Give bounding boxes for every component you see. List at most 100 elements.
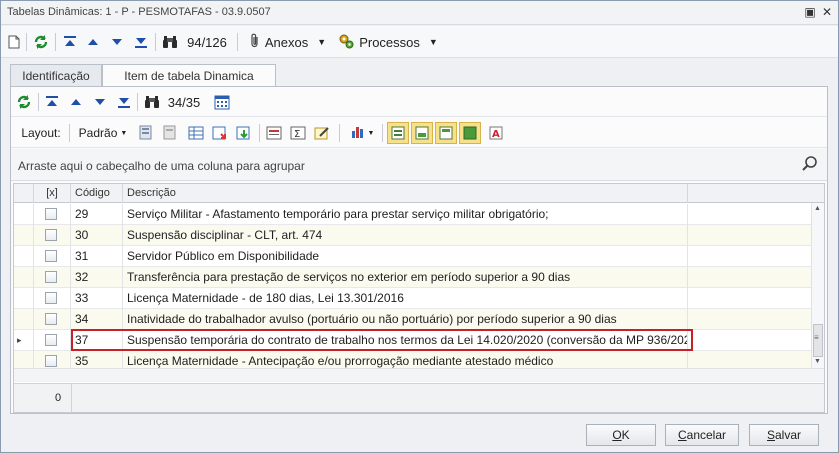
vertical-scrollbar[interactable]: ▲ ≡ ▼	[811, 203, 824, 368]
next-record-icon[interactable]	[90, 91, 110, 113]
view-style-1-icon[interactable]	[387, 122, 409, 144]
codigo-cell[interactable]: 31	[71, 246, 123, 267]
chevron-down-icon: ▼	[428, 37, 438, 47]
edit-grid-icon[interactable]	[311, 122, 333, 144]
view-style-2-icon[interactable]	[411, 122, 433, 144]
calendar-icon[interactable]	[212, 91, 232, 113]
table-row[interactable]: 29 Serviço Militar - Afastamento temporár…	[14, 204, 811, 225]
select-cell	[34, 330, 71, 351]
separator	[26, 33, 27, 51]
main-toolbar: 94/126 Anexos ▼ Processos ▼	[1, 26, 838, 58]
codigo-cell[interactable]: 33	[71, 288, 123, 309]
separator	[69, 124, 70, 142]
scroll-down-icon[interactable]: ▼	[814, 358, 821, 365]
column-header-descricao[interactable]: Descrição	[123, 184, 688, 203]
view-style-3-icon[interactable]	[435, 122, 457, 144]
close-icon[interactable]: ✕	[819, 4, 835, 20]
codigo-cell[interactable]: 29	[71, 204, 123, 225]
separator	[382, 124, 383, 142]
import-icon[interactable]	[233, 122, 255, 144]
padrao-dropdown[interactable]: Padrão ▼	[75, 122, 131, 144]
row-checkbox[interactable]	[45, 229, 57, 241]
sum-icon[interactable]: Σ	[287, 122, 309, 144]
last-record-icon[interactable]	[114, 91, 134, 113]
row-checkbox[interactable]	[45, 334, 57, 346]
select-cell	[34, 204, 71, 225]
grid-columns-icon[interactable]	[185, 122, 207, 144]
footer-count: 0	[55, 392, 62, 404]
next-record-icon[interactable]	[107, 31, 127, 53]
ok-label-post: K	[621, 428, 630, 442]
row-checkbox[interactable]	[45, 355, 57, 367]
row-checkbox[interactable]	[45, 313, 57, 325]
pin-icon[interactable]: ▣	[802, 4, 818, 20]
refresh-icon[interactable]	[31, 31, 51, 53]
row-checkbox[interactable]	[45, 292, 57, 304]
chart-dropdown[interactable]: ▼	[345, 122, 379, 144]
processos-button[interactable]: Processos ▼	[337, 31, 439, 53]
table-row[interactable]: 30 Suspensão disciplinar - CLT, art. 474	[14, 225, 811, 246]
codigo-cell[interactable]: 30	[71, 225, 123, 246]
row-indicator	[14, 246, 34, 267]
row-checkbox[interactable]	[45, 250, 57, 262]
select-cell	[34, 288, 71, 309]
search-icon[interactable]	[801, 155, 819, 176]
codigo-cell[interactable]: 34	[71, 309, 123, 330]
last-record-icon[interactable]	[131, 31, 151, 53]
delete-layout-icon[interactable]	[159, 122, 181, 144]
padrao-label: Padrão	[78, 126, 118, 140]
descricao-cell[interactable]: Suspensão disciplinar - CLT, art. 474	[123, 225, 688, 246]
first-record-icon[interactable]	[42, 91, 62, 113]
grid-footer: 0	[14, 383, 824, 413]
save-button[interactable]: Salvar	[749, 424, 819, 446]
row-checkbox[interactable]	[45, 208, 57, 220]
previous-record-icon[interactable]	[83, 31, 103, 53]
column-header-select[interactable]: [x]	[34, 184, 71, 203]
bar-chart-icon	[350, 124, 366, 143]
row-indicator: ▸	[14, 330, 34, 351]
anexos-button[interactable]: Anexos ▼	[245, 31, 331, 53]
separator	[38, 93, 39, 111]
descricao-cell[interactable]: Serviço Militar - Afastamento temporário…	[123, 204, 688, 225]
descricao-cell[interactable]: Inatividade do trabalhador avulso (portu…	[123, 309, 688, 330]
separator	[259, 124, 260, 142]
view-style-4-icon[interactable]	[459, 122, 481, 144]
tab-item-tabela-dinamica[interactable]: Item de tabela Dinamica	[102, 64, 276, 87]
table-row[interactable]: 34 Inatividade do trabalhador avulso (por…	[14, 309, 811, 330]
horizontal-scrollbar[interactable]	[14, 368, 824, 382]
dialog-window: Tabelas Dinâmicas: 1 - P - PESMOTAFAS - …	[0, 0, 839, 453]
previous-record-icon[interactable]	[66, 91, 86, 113]
table-row[interactable]: 32 Transferência para prestação de serviç…	[14, 267, 811, 288]
separator	[237, 33, 238, 51]
filter-row-icon[interactable]	[263, 122, 285, 144]
tab-identificacao[interactable]: Identificação	[10, 64, 102, 86]
descricao-cell[interactable]: Licença Maternidade - de 180 dias, Lei 1…	[123, 288, 688, 309]
separator	[339, 124, 340, 142]
column-header-codigo[interactable]: Código	[71, 184, 123, 203]
row-indicator	[14, 225, 34, 246]
first-record-icon[interactable]	[60, 31, 80, 53]
table-row[interactable]: 33 Licença Maternidade - de 180 dias, Lei…	[14, 288, 811, 309]
data-grid: [x] Código Descrição 29 Serviço Militar -…	[13, 183, 825, 413]
refresh-icon[interactable]	[14, 91, 34, 113]
group-by-panel[interactable]: Arraste aqui o cabeçalho de uma coluna p…	[11, 149, 827, 181]
record-counter: 34/35	[167, 94, 201, 110]
cancel-button[interactable]: Cancelar	[665, 424, 739, 446]
separator	[155, 33, 156, 51]
new-document-icon[interactable]	[5, 31, 23, 53]
font-style-icon[interactable]: A	[485, 122, 507, 144]
scroll-up-icon[interactable]: ▲	[814, 205, 821, 212]
save-layout-icon[interactable]	[135, 122, 157, 144]
export-icon[interactable]	[209, 122, 231, 144]
table-row[interactable]: 31 Servidor Público em Disponibilidade	[14, 246, 811, 267]
select-cell	[34, 309, 71, 330]
ok-button[interactable]: OK	[586, 424, 656, 446]
binoculars-icon[interactable]	[142, 91, 162, 113]
binoculars-icon[interactable]	[160, 31, 180, 53]
codigo-cell[interactable]: 32	[71, 267, 123, 288]
descricao-cell[interactable]: Servidor Público em Disponibilidade	[123, 246, 688, 267]
paperclip-icon	[250, 33, 260, 51]
row-checkbox[interactable]	[45, 271, 57, 283]
descricao-cell[interactable]: Transferência para prestação de serviços…	[123, 267, 688, 288]
grid-nav-toolbar: 34/35	[11, 87, 827, 117]
